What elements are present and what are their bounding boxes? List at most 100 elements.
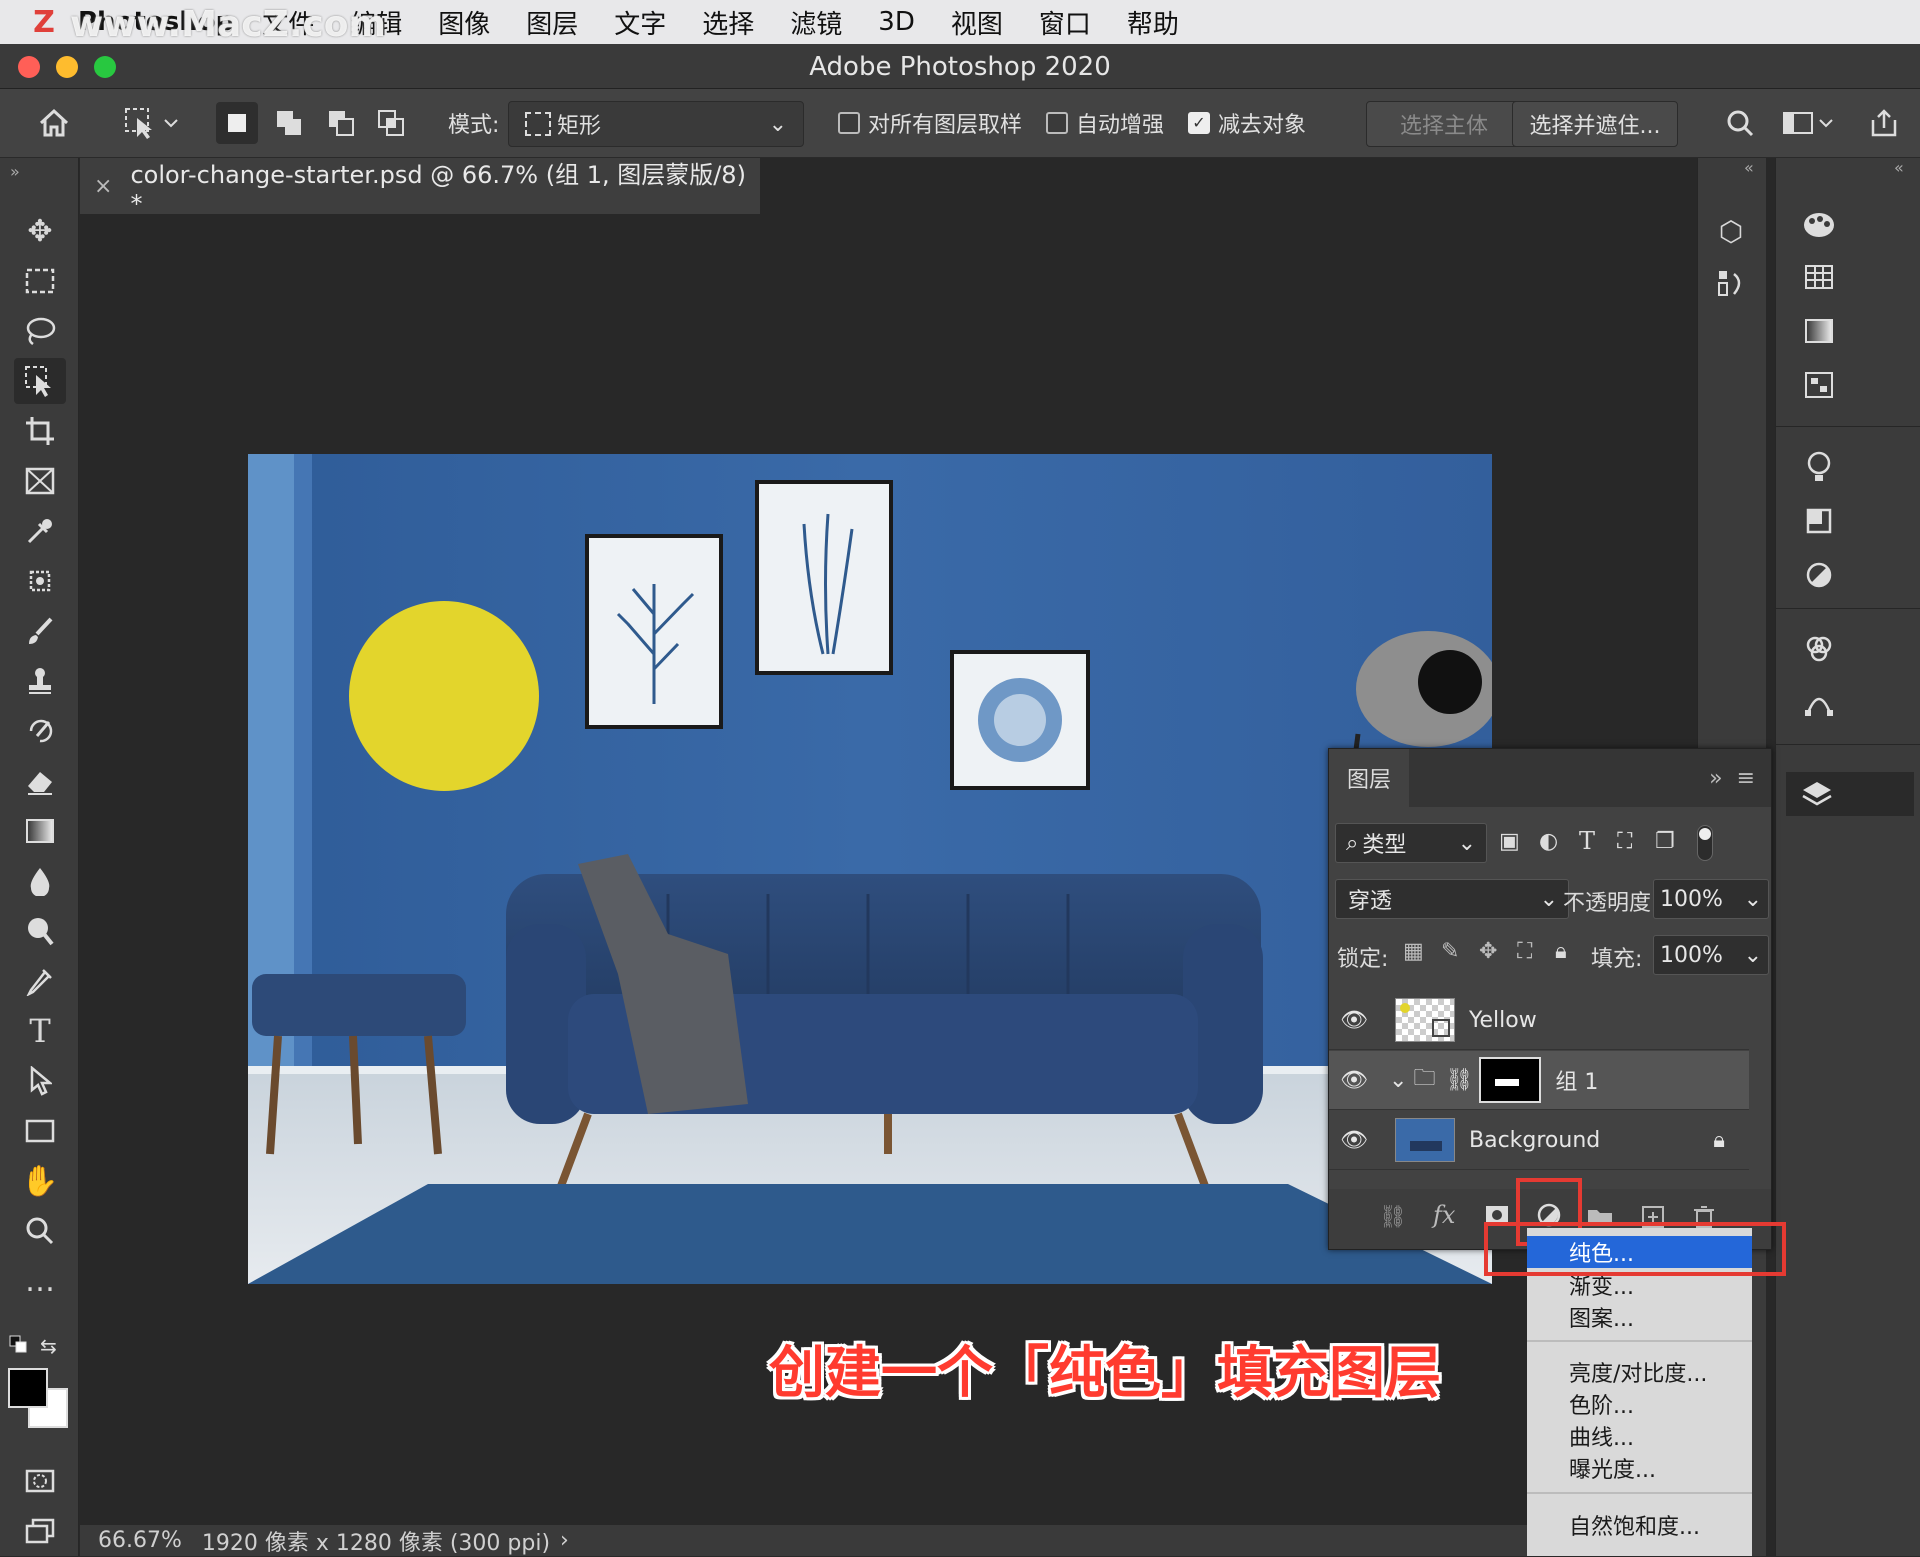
collapse-panel-icon[interactable]: «: [1894, 158, 1904, 177]
menu-help[interactable]: 帮助: [1127, 4, 1179, 41]
channels-panel-icon[interactable]: [1796, 626, 1842, 672]
properties-panel-icon[interactable]: [1796, 498, 1842, 544]
default-colors-icon[interactable]: [8, 1334, 30, 1360]
clone-stamp-tool-icon[interactable]: [14, 658, 66, 704]
expand-panel-icon[interactable]: »: [1709, 766, 1722, 791]
3d-panel-icon[interactable]: ⬡: [1708, 208, 1754, 254]
link-icon[interactable]: ⛓︎: [1445, 1068, 1473, 1093]
lock-all-icon[interactable]: 🔒︎: [1555, 939, 1567, 964]
color-panel-icon[interactable]: [1796, 202, 1842, 248]
subtract-selection-icon[interactable]: [320, 102, 362, 144]
layer-style-fx-icon[interactable]: fx: [1433, 1201, 1455, 1229]
select-and-mask-button[interactable]: 选择并遮住...: [1512, 101, 1678, 147]
history-brush-tool-icon[interactable]: [14, 708, 66, 754]
document-tab[interactable]: × color-change-starter.psd @ 66.7% (组 1,…: [80, 158, 760, 218]
chevron-right-icon[interactable]: ›: [560, 1528, 569, 1553]
pen-tool-icon[interactable]: [14, 958, 66, 1004]
layer-row-background[interactable]: 👁︎ Background 🔒︎: [1329, 1111, 1749, 1170]
filter-type-icon[interactable]: T: [1579, 827, 1595, 855]
search-icon[interactable]: [1720, 101, 1760, 145]
gradient-tool-icon[interactable]: [14, 808, 66, 854]
close-tab-icon[interactable]: ×: [94, 174, 112, 199]
lock-position-icon[interactable]: ✥: [1479, 939, 1497, 964]
layer-name[interactable]: 组 1: [1555, 1064, 1598, 1096]
menu-filter[interactable]: 滤镜: [790, 4, 842, 41]
hand-tool-icon[interactable]: ✋: [14, 1158, 66, 1204]
document-canvas-image[interactable]: [248, 454, 1492, 1284]
rectangle-tool-icon[interactable]: [14, 1108, 66, 1154]
blend-mode-select[interactable]: 穿透 ⌄: [1335, 879, 1569, 919]
libraries-panel-icon[interactable]: [1708, 260, 1754, 306]
layer-filter-select[interactable]: ⌕ 类型 ⌄: [1335, 823, 1487, 863]
fill-field[interactable]: 100% ⌄: [1653, 935, 1769, 975]
filter-adjustment-icon[interactable]: ◐: [1539, 829, 1558, 854]
lasso-tool-icon[interactable]: [14, 308, 66, 354]
select-subject-button[interactable]: 选择主体: [1366, 101, 1522, 147]
layer-row-group1[interactable]: 👁︎ ⌄ 🗀︎ ⛓︎ 组 1: [1329, 1051, 1749, 1110]
menu-view[interactable]: 视图: [951, 4, 1003, 41]
add-selection-icon[interactable]: [268, 102, 310, 144]
menu-item-curves[interactable]: 曲线...: [1527, 1420, 1752, 1452]
quick-mask-icon[interactable]: [14, 1458, 66, 1504]
dodge-tool-icon[interactable]: [14, 908, 66, 954]
layer-row-yellow[interactable]: 👁︎ Yellow: [1329, 991, 1749, 1050]
menu-layer[interactable]: 图层: [526, 4, 578, 41]
intersect-selection-icon[interactable]: [370, 102, 412, 144]
paths-panel-icon[interactable]: [1796, 680, 1842, 726]
screen-mode-icon[interactable]: [14, 1508, 66, 1554]
filter-toggle-switch[interactable]: [1697, 825, 1713, 861]
patterns-panel-icon[interactable]: [1796, 362, 1842, 408]
healing-brush-tool-icon[interactable]: [14, 558, 66, 604]
learn-panel-icon[interactable]: [1796, 444, 1842, 490]
adjustments-panel-icon[interactable]: [1796, 552, 1842, 598]
collapse-panel-icon[interactable]: «: [1744, 158, 1754, 177]
zoom-level[interactable]: 66.67%: [98, 1528, 182, 1553]
lock-artboard-icon[interactable]: ⛶: [1517, 939, 1532, 964]
mode-select[interactable]: 矩形 ⌄: [508, 101, 804, 147]
move-tool-icon[interactable]: ✥: [14, 208, 66, 254]
menu-item-exposure[interactable]: 曝光度...: [1527, 1452, 1752, 1484]
filter-smart-object-icon[interactable]: ❐: [1655, 829, 1675, 854]
home-icon[interactable]: [30, 101, 78, 145]
path-select-tool-icon[interactable]: [14, 1058, 66, 1104]
gradients-panel-icon[interactable]: [1796, 308, 1842, 354]
frame-tool-icon[interactable]: [14, 458, 66, 504]
crop-tool-icon[interactable]: [14, 408, 66, 454]
marquee-tool-icon[interactable]: [14, 258, 66, 304]
expand-panel-icon[interactable]: »: [10, 162, 20, 181]
foreground-color-swatch[interactable]: [8, 1368, 48, 1408]
type-tool-icon[interactable]: T: [14, 1008, 66, 1054]
swap-colors-icon[interactable]: ⇆: [40, 1334, 57, 1358]
lock-transparency-icon[interactable]: ▦: [1403, 939, 1424, 964]
filter-shape-icon[interactable]: ⛶: [1617, 829, 1632, 854]
visibility-eye-icon[interactable]: 👁︎: [1329, 1068, 1379, 1093]
layer-mask-thumbnail[interactable]: [1479, 1057, 1542, 1103]
zoom-tool-icon[interactable]: [14, 1208, 66, 1254]
subtract-object-checkbox[interactable]: ✓ 减去对象: [1188, 101, 1306, 145]
link-layers-icon[interactable]: ⛓︎: [1379, 1205, 1407, 1230]
auto-enhance-checkbox[interactable]: 自动增强: [1046, 101, 1164, 145]
chevron-down-icon[interactable]: ⌄: [1389, 1068, 1407, 1093]
menu-type[interactable]: 文字: [614, 4, 666, 41]
layers-tab[interactable]: 图层: [1329, 749, 1410, 807]
layers-panel-tab-icon[interactable]: [1786, 772, 1914, 816]
filter-pixel-icon[interactable]: ▣: [1499, 829, 1520, 854]
opacity-field[interactable]: 100% ⌄: [1653, 879, 1769, 919]
sample-all-layers-checkbox[interactable]: 对所有图层取样: [838, 101, 1022, 145]
menu-select[interactable]: 选择: [702, 4, 754, 41]
more-tools-icon[interactable]: …: [14, 1258, 66, 1304]
menu-image[interactable]: 图像: [438, 4, 490, 41]
blur-tool-icon[interactable]: [14, 858, 66, 904]
menu-item-levels[interactable]: 色阶...: [1527, 1388, 1752, 1420]
menu-item-brightness-contrast[interactable]: 亮度/对比度...: [1527, 1356, 1752, 1388]
layer-name[interactable]: Background: [1469, 1128, 1600, 1153]
brush-tool-icon[interactable]: [14, 608, 66, 654]
visibility-eye-icon[interactable]: 👁︎: [1329, 1128, 1379, 1153]
menu-item-vibrance[interactable]: 自然饱和度...: [1527, 1509, 1752, 1541]
workspace-icon[interactable]: [1780, 101, 1836, 145]
object-select-tool-preset[interactable]: [116, 101, 186, 145]
menu-window[interactable]: 窗口: [1039, 4, 1091, 41]
lock-pixels-brush-icon[interactable]: ✎: [1441, 939, 1459, 964]
swatches-panel-icon[interactable]: [1796, 254, 1842, 300]
eraser-tool-icon[interactable]: [14, 758, 66, 804]
